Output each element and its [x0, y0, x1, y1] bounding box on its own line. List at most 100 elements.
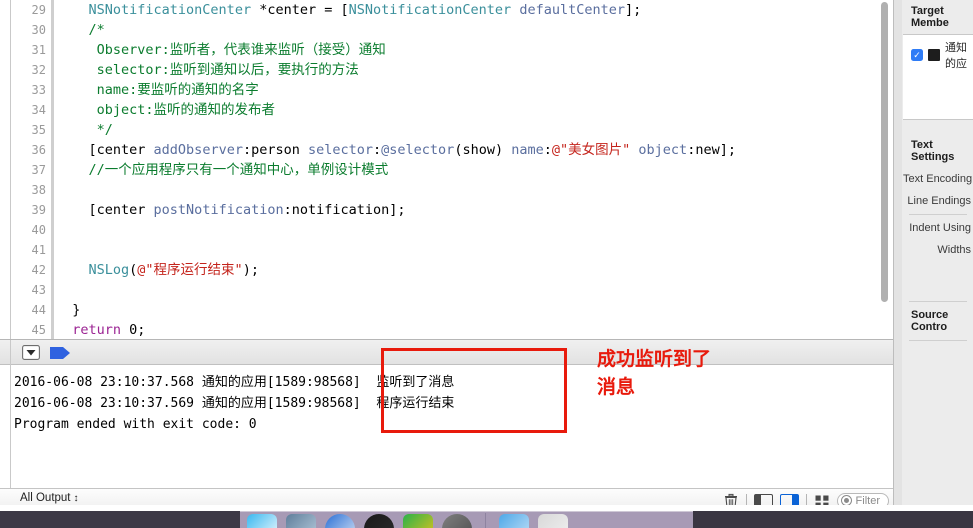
scrollbar-thumb[interactable]: [881, 2, 888, 302]
source-editor[interactable]: 293031323334353637383940414243444546 NSN…: [0, 0, 893, 340]
code-token: [center: [56, 202, 154, 218]
line-number: 32: [31, 63, 46, 77]
code-line[interactable]: name:要监听的通知的名字: [56, 80, 886, 100]
code-line[interactable]: }: [56, 300, 886, 320]
line-number: 34: [31, 103, 46, 117]
code-token: selector: [307, 142, 374, 158]
console-line: Program ended with exit code: 0: [14, 417, 257, 432]
code-line[interactable]: [56, 280, 886, 300]
downloads-icon[interactable]: [499, 514, 529, 528]
screen: 293031323334353637383940414243444546 NSN…: [0, 0, 973, 528]
code-line[interactable]: NSNotificationCenter *center = [NSNotifi…: [56, 0, 886, 20]
line-number: 44: [31, 303, 46, 317]
code-token: }: [56, 302, 81, 318]
code-line[interactable]: [56, 180, 886, 200]
code-line[interactable]: object:监听的通知的发布者: [56, 100, 886, 120]
line-number: 29: [31, 3, 46, 17]
code-line[interactable]: NSLog(@"程序运行结束");: [56, 260, 886, 280]
code-token: addObserver: [153, 142, 243, 158]
code-line[interactable]: */: [56, 120, 886, 140]
code-token: @selector: [381, 142, 455, 158]
code-line[interactable]: Observer:监听者，代表谁来监听（接受）通知: [56, 40, 886, 60]
desktop-bottom-right: [693, 511, 973, 528]
code-token: object:监听的通知的发布者: [56, 102, 276, 118]
annotation-line-1: 成功监听到了: [597, 348, 712, 370]
code-token: object: [638, 142, 688, 158]
code-token: :: [543, 142, 552, 158]
desktop-bottom-left: [0, 511, 240, 528]
line-number: 39: [31, 203, 46, 217]
code-line[interactable]: selector:监听到通知以后，要执行的方法: [56, 60, 886, 80]
console-left-edge: [0, 340, 11, 488]
line-number-gutter: 293031323334353637383940414243444546: [12, 0, 52, 340]
code-token: :new];: [687, 142, 736, 158]
safari-icon[interactable]: [325, 514, 355, 528]
code-token: *center = [: [251, 2, 349, 18]
line-number: 31: [31, 43, 46, 57]
stepper-updown-icon[interactable]: ↕: [74, 493, 79, 504]
line-number: 30: [31, 23, 46, 37]
line-number: 33: [31, 83, 46, 97]
output-scope-selector[interactable]: All Output ↕: [20, 492, 79, 504]
inspector-content: Target Membe ✓ 通知的应 Text Settings Text E…: [903, 0, 973, 511]
code-token: (show): [454, 142, 512, 158]
code-line[interactable]: /*: [56, 20, 886, 40]
inspector-divider: [909, 214, 967, 215]
line-number: 42: [31, 263, 46, 277]
code-token: */: [56, 122, 113, 138]
code-line[interactable]: [center addObserver:person selector:@sel…: [56, 140, 886, 160]
utilities-inspector-panel[interactable]: Target Membe ✓ 通知的应 Text Settings Text E…: [893, 0, 973, 511]
widths-label: Widths: [937, 244, 971, 256]
code-token: ": [622, 142, 639, 158]
bookmark-flag-icon[interactable]: [50, 347, 70, 359]
dock-separator: [485, 513, 486, 528]
system-prefs-icon[interactable]: [442, 514, 472, 528]
editor-vertical-scrollbar[interactable]: [880, 2, 889, 332]
trash-dock-icon[interactable]: [538, 514, 568, 528]
line-number: 43: [31, 283, 46, 297]
inspector-divider-3: [909, 340, 967, 341]
code-token: 0;: [121, 322, 146, 338]
line-number: 41: [31, 243, 46, 257]
source-control-header: Source Contro: [911, 309, 949, 333]
mail-icon[interactable]: [286, 514, 316, 528]
line-number: 45: [31, 323, 46, 337]
code-token: NSLog: [88, 262, 130, 278]
target-membership-row[interactable]: ✓ 通知的应: [903, 35, 973, 75]
code-token: Observer:监听者，代表谁来监听（接受）通知: [56, 42, 386, 58]
line-number: 40: [31, 223, 46, 237]
code-line[interactable]: [56, 240, 886, 260]
code-line[interactable]: [56, 220, 886, 240]
code-token: NSNotificationCenter: [88, 2, 252, 18]
code-token: //一个应用程序只有一个通知中心，单例设计模式: [56, 162, 389, 178]
code-token: 美女图片: [568, 142, 623, 158]
code-token: ];: [625, 2, 642, 18]
code-token: );: [242, 262, 259, 278]
target-membership-list[interactable]: ✓ 通知的应: [903, 34, 973, 120]
code-text[interactable]: NSNotificationCenter *center = [NSNotifi…: [56, 0, 886, 340]
code-line[interactable]: [center postNotification:notification];: [56, 200, 886, 220]
code-token: [center: [56, 142, 154, 158]
line-number: 35: [31, 123, 46, 137]
output-scope-label: All Output: [20, 492, 71, 504]
code-token: :notification];: [283, 202, 406, 218]
target-checkbox[interactable]: ✓: [911, 49, 923, 61]
line-number: 37: [31, 163, 46, 177]
code-line[interactable]: //一个应用程序只有一个通知中心，单例设计模式: [56, 160, 886, 180]
finder-icon[interactable]: [247, 514, 277, 528]
inspector-scroll-gutter[interactable]: [894, 0, 902, 511]
code-token: name: [511, 142, 544, 158]
editor-left-edge: [0, 0, 11, 340]
code-token: postNotification: [153, 202, 284, 218]
filter-triangle-icon[interactable]: [22, 345, 40, 360]
indent-using-label: Indent Using: [909, 222, 971, 234]
macos-dock[interactable]: [240, 511, 693, 528]
code-token: :: [373, 142, 382, 158]
code-line[interactable]: return 0;: [56, 320, 886, 340]
code-token: NSNotificationCenter: [348, 2, 512, 18]
xcode-icon[interactable]: [403, 514, 433, 528]
ios-simulator-icon[interactable]: [364, 514, 394, 528]
